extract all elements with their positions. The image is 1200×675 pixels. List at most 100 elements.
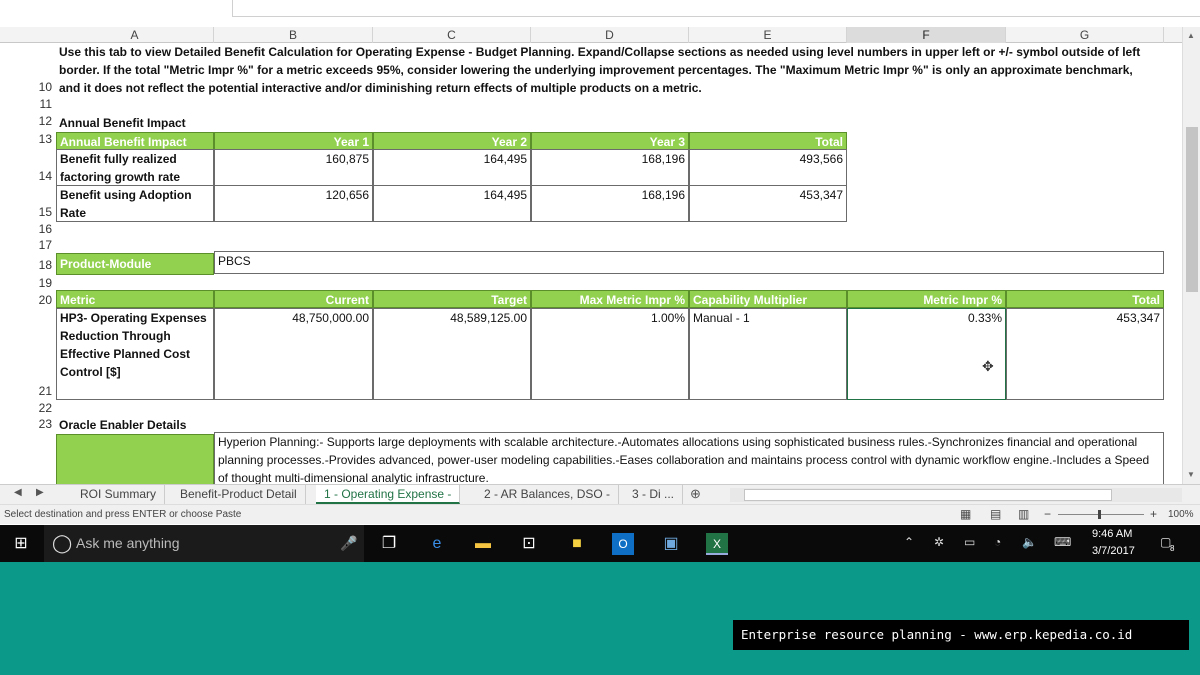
tab-roi-summary[interactable]: ROI Summary <box>72 485 166 504</box>
outlook-icon[interactable]: O <box>612 533 634 555</box>
metric-header-metric[interactable]: Metric <box>56 290 214 308</box>
row-number-10[interactable]: 10 <box>32 80 52 94</box>
clock-date[interactable]: 3/7/2017 <box>1092 545 1135 557</box>
tab-3-di[interactable]: 3 - Di ... <box>624 485 684 504</box>
zoom-slider-thumb[interactable] <box>1098 510 1101 519</box>
metric-row-total[interactable]: 453,347 <box>1006 308 1164 400</box>
scroll-down-icon[interactable]: ▼ <box>1187 470 1195 479</box>
column-header-e[interactable]: E <box>689 27 847 43</box>
metric-row-name[interactable]: HP3- Operating Expenses Reduction Throug… <box>56 308 214 400</box>
zoom-level[interactable]: 100% <box>1168 509 1194 520</box>
metric-header-capability[interactable]: Capability Multiplier <box>689 290 847 308</box>
store-icon[interactable]: ⊡ <box>518 533 540 555</box>
microphone-icon[interactable]: 🎤 <box>340 525 357 562</box>
row-number-19[interactable]: 19 <box>32 276 52 290</box>
vertical-scroll-thumb[interactable] <box>1186 127 1198 292</box>
volume-icon[interactable]: 🔈 <box>1022 535 1037 549</box>
metric-row-impr[interactable]: 0.33% <box>847 308 1006 400</box>
metric-header-target[interactable]: Target <box>373 290 531 308</box>
page-layout-icon[interactable]: ▤ <box>990 507 1001 521</box>
annual-header-year3[interactable]: Year 3 <box>531 132 689 150</box>
vertical-scrollbar[interactable]: ▲ ▼ <box>1182 27 1200 484</box>
clock-time[interactable]: 9:46 AM <box>1092 528 1132 540</box>
worksheet-grid[interactable]: Use this tab to view Detailed Benefit Ca… <box>56 43 1182 484</box>
cortana-search-box[interactable]: ◯ Ask me anything 🎤 <box>44 525 364 562</box>
row-number-14[interactable]: 14 <box>32 169 52 183</box>
metric-header-total[interactable]: Total <box>1006 290 1164 308</box>
scroll-up-icon[interactable]: ▲ <box>1187 31 1195 40</box>
column-header-b[interactable]: B <box>214 27 373 43</box>
metric-row-capability[interactable]: Manual - 1 <box>689 308 847 400</box>
sticky-notes-icon[interactable]: ■ <box>566 533 588 555</box>
annual-row2-label[interactable]: Benefit using Adoption Rate <box>56 185 214 222</box>
tab-operating-expense[interactable]: 1 - Operating Expense - <box>316 485 461 504</box>
file-explorer-icon[interactable]: ▬ <box>472 533 494 555</box>
tab-ar-balances[interactable]: 2 - AR Balances, DSO - <box>476 485 620 504</box>
annual-row1-year3[interactable]: 168,196 <box>531 149 689 186</box>
annual-row2-year3[interactable]: 168,196 <box>531 185 689 222</box>
product-module-label[interactable]: Product-Module <box>56 253 214 275</box>
horizontal-scrollbar[interactable] <box>730 488 1182 502</box>
normal-view-icon[interactable]: ▦ <box>960 507 971 521</box>
annual-row1-year1[interactable]: 160,875 <box>214 149 373 186</box>
column-header-a[interactable]: A <box>56 27 214 43</box>
tab-benefit-product-detail[interactable]: Benefit-Product Detail <box>172 485 306 504</box>
row-number-23[interactable]: 23 <box>32 417 52 431</box>
column-header-f[interactable]: F <box>847 27 1006 43</box>
row-number-12[interactable]: 12 <box>32 114 52 128</box>
network-app-icon[interactable]: ✲ <box>934 535 944 549</box>
prev-sheet-icon[interactable]: ◀ <box>14 487 22 498</box>
zoom-slider[interactable] <box>1058 514 1144 515</box>
task-view-icon[interactable]: ❐ <box>378 533 400 555</box>
annual-row2-year2[interactable]: 164,495 <box>373 185 531 222</box>
windows-start-icon[interactable]: ⊞ <box>10 533 32 555</box>
column-header-c[interactable]: C <box>373 27 531 43</box>
metric-header-current[interactable]: Current <box>214 290 373 308</box>
add-sheet-icon[interactable]: ⊕ <box>690 486 701 502</box>
annual-section-title[interactable]: Annual Benefit Impact <box>56 114 214 132</box>
zoom-out-icon[interactable]: − <box>1044 507 1051 521</box>
page-break-icon[interactable]: ▥ <box>1018 507 1029 521</box>
annual-row2-total[interactable]: 453,347 <box>689 185 847 222</box>
intro-text[interactable]: Use this tab to view Detailed Benefit Ca… <box>56 43 1156 97</box>
row-number-16[interactable]: 16 <box>32 222 52 236</box>
remote-desktop-icon[interactable]: ▣ <box>660 533 682 555</box>
metric-row-current[interactable]: 48,750,000.00 <box>214 308 373 400</box>
keyboard-icon[interactable]: ⌨ <box>1054 535 1071 549</box>
enabler-title[interactable]: Oracle Enabler Details <box>56 416 214 434</box>
annual-row1-total[interactable]: 493,566 <box>689 149 847 186</box>
enabler-text[interactable]: Hyperion Planning:- Supports large deplo… <box>214 432 1164 484</box>
row-number-18[interactable]: 18 <box>32 258 52 272</box>
row-number-17[interactable]: 17 <box>32 238 52 252</box>
annual-header-year2[interactable]: Year 2 <box>373 132 531 150</box>
show-hidden-icons-icon[interactable]: ⌃ <box>904 535 914 549</box>
column-header-d[interactable]: D <box>531 27 689 43</box>
annual-header-year1[interactable]: Year 1 <box>214 132 373 150</box>
wifi-icon[interactable]: ◔ <box>994 535 1001 549</box>
row-number-11[interactable]: 11 <box>32 97 52 111</box>
zoom-in-icon[interactable]: + <box>1150 507 1157 521</box>
row-number-20[interactable]: 20 <box>32 293 52 307</box>
product-module-value[interactable]: PBCS <box>214 251 1164 274</box>
battery-icon[interactable]: ▭ <box>964 535 975 549</box>
row-number-13[interactable]: 13 <box>32 132 52 146</box>
next-sheet-icon[interactable]: ▶ <box>36 487 44 498</box>
annual-row2-year1[interactable]: 120,656 <box>214 185 373 222</box>
annual-row1-label[interactable]: Benefit fully realized factoring growth … <box>56 149 214 186</box>
annual-header-label[interactable]: Annual Benefit Impact <box>56 132 214 150</box>
column-header-g[interactable]: G <box>1006 27 1164 43</box>
annual-header-total[interactable]: Total <box>689 132 847 150</box>
annual-row1-year2[interactable]: 164,495 <box>373 149 531 186</box>
excel-icon[interactable]: X <box>706 533 728 555</box>
metric-row-max-impr[interactable]: 1.00% <box>531 308 689 400</box>
edge-browser-icon[interactable]: e <box>426 533 448 555</box>
metric-header-max-impr[interactable]: Max Metric Impr % <box>531 290 689 308</box>
enabler-green-cell[interactable] <box>56 434 214 484</box>
metric-header-impr[interactable]: Metric Impr % <box>847 290 1006 308</box>
row-number-21[interactable]: 21 <box>32 384 52 398</box>
metric-row-target[interactable]: 48,589,125.00 <box>373 308 531 400</box>
row-number-22[interactable]: 22 <box>32 401 52 415</box>
row-number-15[interactable]: 15 <box>32 205 52 219</box>
formula-input[interactable] <box>232 0 1200 17</box>
horizontal-scroll-thumb[interactable] <box>744 489 1112 501</box>
